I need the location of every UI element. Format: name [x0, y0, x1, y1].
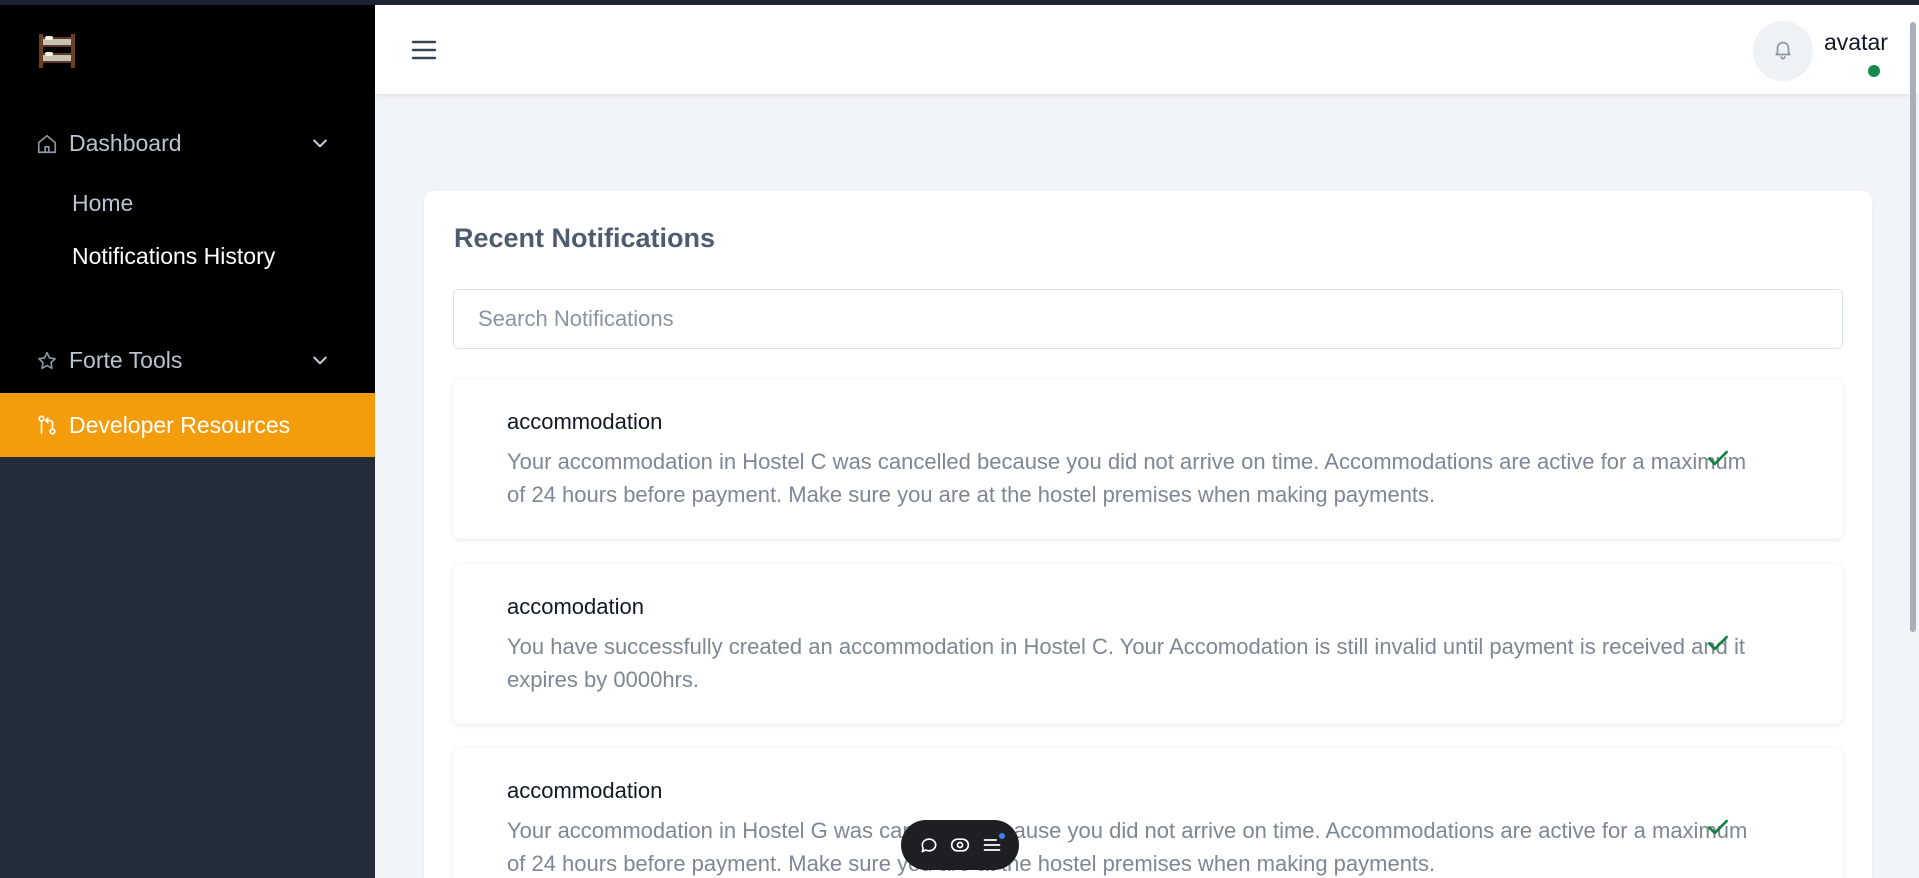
nav-dashboard[interactable]: Dashboard — [0, 115, 375, 171]
notification-title: accommodation — [507, 778, 663, 803]
eye-icon[interactable] — [948, 833, 972, 857]
page-title: Recent Notifications — [454, 223, 716, 253]
notification-item[interactable]: accommodation Your accommodation in Host… — [453, 379, 1843, 539]
hamburger-icon[interactable] — [411, 39, 437, 61]
bunk-bed-logo[interactable] — [36, 32, 80, 72]
notifications-card: Recent Notifications accommodation Your … — [424, 191, 1872, 878]
notification-title: accomodation — [507, 594, 644, 619]
nav-forte-tools[interactable]: Forte Tools — [0, 332, 375, 388]
git-compare-icon — [36, 414, 58, 436]
search-input[interactable] — [453, 289, 1843, 349]
notification-item[interactable]: accommodation Your accommodation in Host… — [453, 748, 1843, 878]
notification-title: accommodation — [507, 409, 663, 434]
check-icon — [1705, 814, 1731, 840]
chevron-down-icon — [310, 133, 330, 153]
list-icon[interactable] — [980, 833, 1005, 857]
home-icon — [36, 133, 58, 155]
nav-dashboard-label: Dashboard — [69, 129, 182, 156]
notification-body: Your accommodation in Hostel C was cance… — [507, 449, 1747, 507]
nav-item-home[interactable]: Home — [72, 190, 133, 217]
comment-icon[interactable] — [917, 833, 941, 857]
notification-body: You have successfully created an accommo… — [507, 634, 1745, 692]
notifications-bell-button[interactable] — [1753, 21, 1813, 81]
notification-body: Your accommodation in Hostel G was cance… — [507, 818, 1748, 876]
top-strip — [0, 0, 1919, 5]
nav-item-notifications-history[interactable]: Notifications History — [72, 243, 275, 270]
check-icon — [1705, 630, 1731, 656]
star-icon — [36, 350, 58, 372]
check-icon — [1705, 445, 1731, 471]
page-scrollbar[interactable] — [1910, 22, 1916, 632]
bell-icon — [1772, 38, 1794, 65]
online-status-dot — [1868, 65, 1880, 77]
user-name[interactable]: avatar — [1824, 29, 1888, 56]
unread-dot — [998, 833, 1005, 839]
nav-forte-tools-label: Forte Tools — [69, 346, 183, 373]
floating-toolbar — [901, 820, 1019, 870]
top-header: avatar — [375, 5, 1919, 95]
notification-item[interactable]: accomodation You have successfully creat… — [453, 564, 1843, 724]
nav-developer-resources[interactable]: Developer Resources — [0, 393, 375, 457]
sidebar: Dashboard Home Notifications History For… — [0, 0, 375, 878]
nav-developer-resources-label: Developer Resources — [69, 411, 291, 438]
chevron-down-icon — [310, 350, 330, 370]
